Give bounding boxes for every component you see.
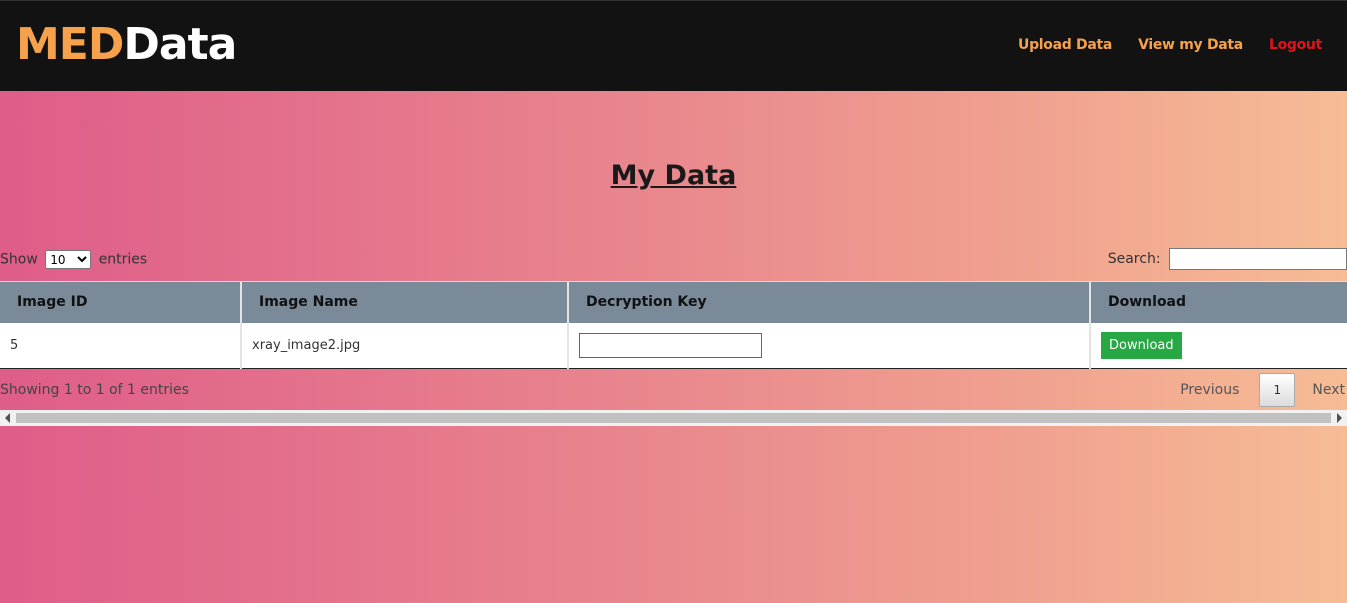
logo-data: D — [123, 19, 160, 70]
horizontal-scrollbar[interactable] — [0, 410, 1347, 426]
scroll-right-arrow-icon[interactable] — [1337, 413, 1342, 423]
next-button[interactable]: Next — [1295, 382, 1347, 398]
column-header-download[interactable]: Download — [1090, 281, 1347, 323]
scroll-left-arrow-icon[interactable] — [5, 413, 10, 423]
table-row: 5 xray_image2.jpg Download — [0, 322, 1347, 369]
logo-med: MED — [16, 19, 124, 70]
column-header-image-name[interactable]: Image Name — [241, 281, 569, 323]
show-label: Show — [0, 251, 38, 268]
search-input[interactable] — [1169, 248, 1347, 270]
column-header-decryption-key[interactable]: Decryption Key — [568, 281, 1091, 323]
download-button[interactable]: Download — [1101, 331, 1182, 359]
table-header-row: Image ID Image Name Decryption Key Downl… — [0, 281, 1347, 323]
column-header-image-id[interactable]: Image ID — [0, 281, 242, 323]
data-table: Image ID Image Name Decryption Key Downl… — [0, 281, 1347, 369]
nav-links: Upload Data View my Data Logout — [992, 37, 1322, 53]
page-size-select[interactable]: 10 25 50 100 — [45, 250, 92, 269]
scrollbar-thumb[interactable] — [16, 413, 1331, 423]
logo[interactable]: MEDDData — [16, 19, 237, 71]
pagination: Previous 1 Next — [1170, 373, 1347, 407]
cell-download: Download — [1090, 322, 1347, 369]
show-entries: Show 10 25 50 100 entries — [0, 250, 147, 269]
cell-decryption-key — [568, 322, 1091, 369]
nav-upload-data[interactable]: Upload Data — [1018, 37, 1112, 53]
navbar: MEDDData Upload Data View my Data Logout — [0, 0, 1347, 91]
search-box: Search: — [1108, 248, 1347, 270]
table-info: Showing 1 to 1 of 1 entries — [0, 382, 189, 398]
page-title: My Data — [610, 160, 737, 191]
cell-image-id: 5 — [0, 322, 242, 369]
nav-view-my-data[interactable]: View my Data — [1138, 37, 1243, 53]
cell-image-name: xray_image2.jpg — [241, 322, 569, 369]
nav-logout[interactable]: Logout — [1269, 37, 1322, 53]
entries-label: entries — [98, 251, 148, 268]
page-button-1[interactable]: 1 — [1259, 373, 1296, 407]
previous-button[interactable]: Previous — [1170, 382, 1259, 398]
logo-ata: ata — [158, 19, 237, 70]
search-label: Search: — [1107, 251, 1161, 267]
decryption-key-input[interactable] — [579, 332, 762, 358]
